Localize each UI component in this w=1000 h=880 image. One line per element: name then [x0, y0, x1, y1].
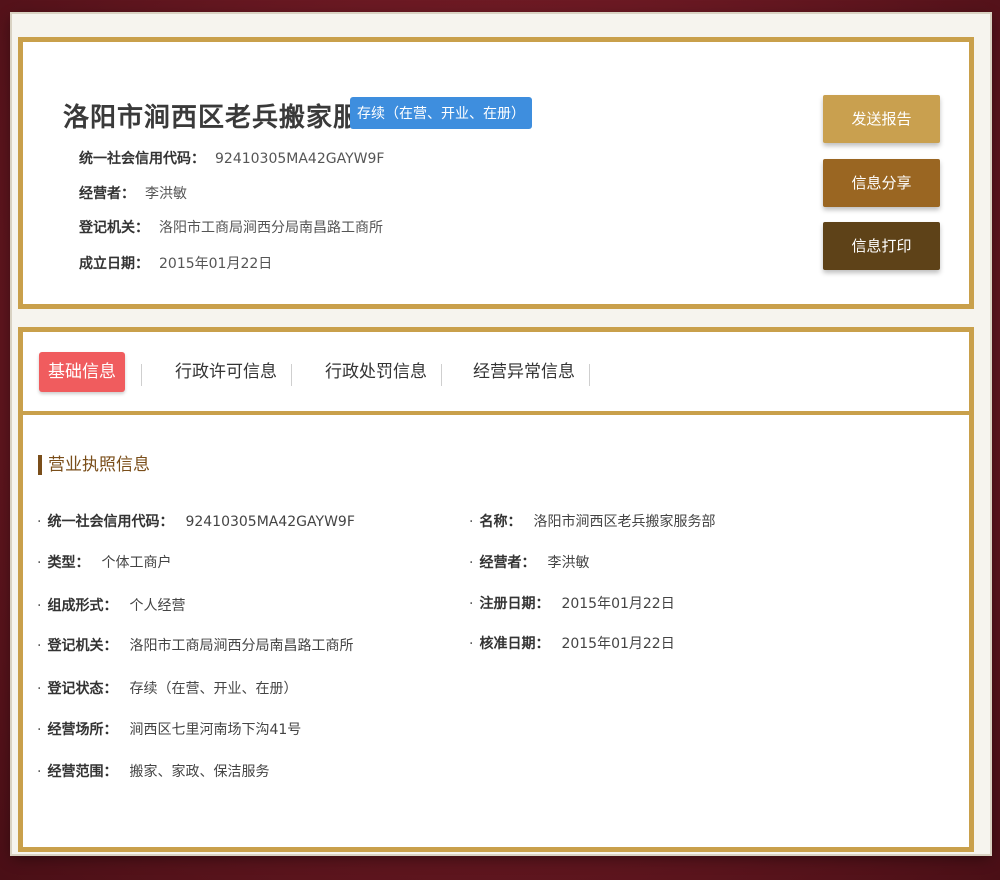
field-type: · 类型： 个体工商户 — [37, 555, 172, 571]
field-operator: · 经营者： 李洪敏 — [469, 555, 590, 571]
field-name: · 名称： 洛阳市涧西区老兵搬家服务部 — [469, 514, 716, 530]
field-business-premises: · 经营场所： 涧西区七里河南场下沟41号 — [37, 722, 302, 738]
field-credit-code: · 统一社会信用代码： 92410305MA42GAYW9F — [37, 514, 355, 530]
info-value: 2015年01月22日 — [159, 256, 273, 272]
field-label: 经营场所： — [47, 722, 118, 738]
field-label: 组成形式： — [47, 598, 118, 614]
field-value: 李洪敏 — [547, 555, 590, 571]
tab-administrative-license[interactable]: 行政许可信息 — [175, 352, 277, 392]
info-registration-authority: 登记机关： 洛阳市工商局涧西分局南昌路工商所 — [79, 217, 383, 237]
field-value: 洛阳市涧西区老兵搬家服务部 — [533, 514, 716, 530]
tab-abnormal-operation[interactable]: 经营异常信息 — [473, 352, 575, 392]
share-info-button[interactable]: 信息分享 — [823, 159, 940, 207]
field-composition: · 组成形式： 个人经营 — [37, 598, 186, 614]
field-label: 经营者： — [479, 555, 536, 571]
field-approval-date: · 核准日期： 2015年01月22日 — [469, 636, 675, 652]
field-value: 存续（在营、开业、在册） — [129, 681, 298, 697]
field-label: 注册日期： — [479, 596, 550, 612]
field-business-scope: · 经营范围： 搬家、家政、保洁服务 — [37, 764, 270, 780]
info-value: 92410305MA42GAYW9F — [215, 151, 385, 167]
field-registration-status: · 登记状态： 存续（在营、开业、在册） — [37, 681, 298, 697]
company-header-card: 洛阳市涧西区老兵搬家服务部 存续（在营、开业、在册） 统一社会信用代码： 9241… — [18, 37, 974, 309]
field-value: 92410305MA42GAYW9F — [185, 514, 355, 530]
tab-divider — [291, 364, 292, 386]
field-value: 洛阳市工商局涧西分局南昌路工商所 — [129, 638, 354, 654]
tab-basic-info[interactable]: 基础信息 — [39, 352, 125, 392]
info-value: 洛阳市工商局涧西分局南昌路工商所 — [159, 220, 383, 236]
field-value: 个体工商户 — [101, 555, 172, 571]
info-established-date: 成立日期： 2015年01月22日 — [79, 253, 272, 273]
tab-divider — [141, 364, 142, 386]
tab-administrative-penalty[interactable]: 行政处罚信息 — [325, 352, 427, 392]
license-info-panel: 营业执照信息 · 统一社会信用代码： 92410305MA42GAYW9F · 类型：… — [18, 411, 974, 852]
info-label: 统一社会信用代码： — [79, 151, 205, 167]
send-report-button[interactable]: 发送报告 — [823, 95, 940, 143]
field-label: 名称： — [479, 514, 522, 530]
field-label: 登记状态： — [47, 681, 118, 697]
field-label: 经营范围： — [47, 764, 118, 780]
info-label: 成立日期： — [79, 256, 149, 272]
info-operator: 经营者： 李洪敏 — [79, 183, 187, 203]
info-value: 李洪敏 — [145, 186, 187, 202]
tab-divider — [441, 364, 442, 386]
field-value: 涧西区七里河南场下沟41号 — [129, 722, 302, 738]
tab-divider — [589, 364, 590, 386]
info-label: 经营者： — [79, 186, 135, 202]
info-credit-code: 统一社会信用代码： 92410305MA42GAYW9F — [79, 148, 384, 168]
field-label: 类型： — [47, 555, 90, 571]
field-value: 个人经营 — [129, 598, 186, 614]
field-value: 搬家、家政、保洁服务 — [129, 764, 270, 780]
field-value: 2015年01月22日 — [561, 596, 675, 612]
field-label: 核准日期： — [479, 636, 550, 652]
section-title: 营业执照信息 — [38, 455, 150, 475]
field-value: 2015年01月22日 — [561, 636, 675, 652]
tabs-bar: 基础信息 行政许可信息 行政处罚信息 经营异常信息 — [18, 327, 974, 419]
field-label: 统一社会信用代码： — [47, 514, 174, 530]
status-badge: 存续（在营、开业、在册） — [350, 97, 532, 129]
field-label: 登记机关： — [47, 638, 118, 654]
field-registration-date: · 注册日期： 2015年01月22日 — [469, 596, 675, 612]
info-label: 登记机关： — [79, 220, 149, 236]
print-info-button[interactable]: 信息打印 — [823, 222, 940, 270]
field-registration-authority: · 登记机关： 洛阳市工商局涧西分局南昌路工商所 — [37, 638, 354, 654]
